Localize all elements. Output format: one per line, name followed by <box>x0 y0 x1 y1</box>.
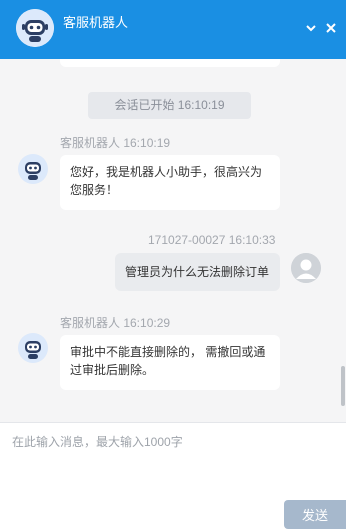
bot-message-bubble: 审批中不能直接删除的， 需撤回或通过审批后删除。 <box>60 335 280 390</box>
bot-avatar-icon <box>18 154 48 184</box>
user-avatar-icon <box>291 253 321 283</box>
message-input[interactable] <box>12 433 332 493</box>
close-icon[interactable] <box>324 21 338 35</box>
previous-message-bubble <box>60 59 280 67</box>
message-meta: 客服机器人 16:10:19 <box>60 136 171 150</box>
message-meta: 客服机器人 16:10:29 <box>60 316 171 330</box>
robot-icon <box>16 9 54 47</box>
send-button[interactable]: 发送 <box>284 500 346 529</box>
chat-scrollbar[interactable] <box>341 366 345 406</box>
session-start-notice: 会话已开始 16:10:19 <box>88 92 251 119</box>
bot-avatar-icon <box>18 333 48 363</box>
chat-history[interactable]: 会话已开始 16:10:19 客服机器人 16:10:19 您好，我是机器人小助… <box>0 59 346 422</box>
bot-message-bubble: 您好，我是机器人小助手，很高兴为您服务！ <box>60 155 280 210</box>
message-meta: 171027-00027 16:10:33 <box>148 233 276 247</box>
chevron-down-icon[interactable] <box>304 21 318 35</box>
user-message-bubble: 管理员为什么无法删除订单 <box>115 253 280 291</box>
message-composer: 发送 <box>0 422 346 531</box>
chat-header: 客服机器人 <box>0 0 346 59</box>
header-title: 客服机器人 <box>63 15 129 30</box>
